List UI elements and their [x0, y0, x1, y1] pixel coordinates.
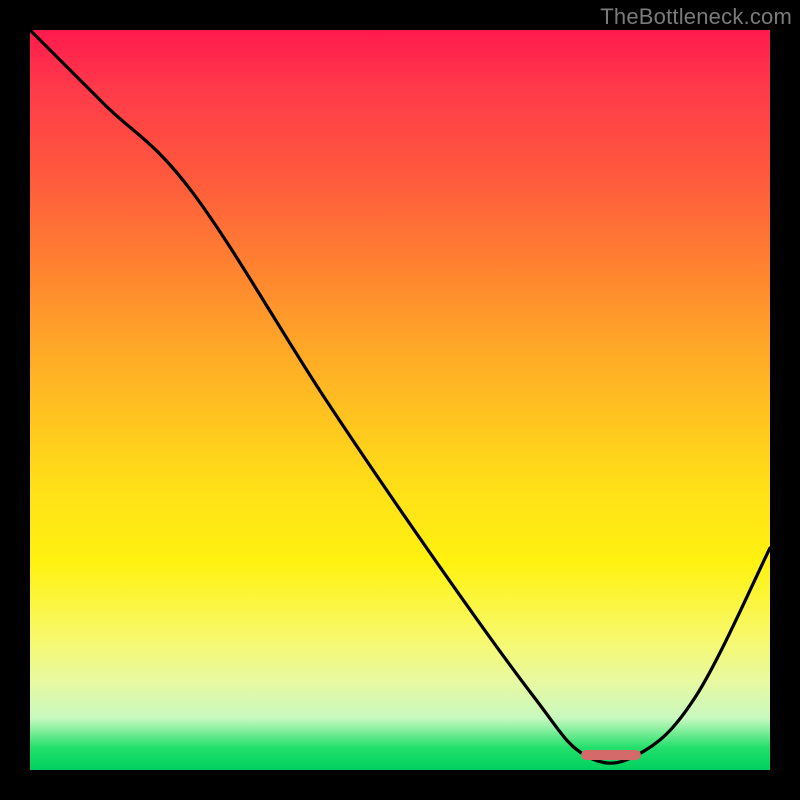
optimal-range-marker — [581, 750, 641, 760]
chart-frame: TheBottleneck.com — [0, 0, 800, 800]
bottleneck-curve — [30, 30, 770, 770]
plot-area — [30, 30, 770, 770]
watermark-label: TheBottleneck.com — [600, 4, 792, 30]
curve-path — [30, 30, 770, 763]
